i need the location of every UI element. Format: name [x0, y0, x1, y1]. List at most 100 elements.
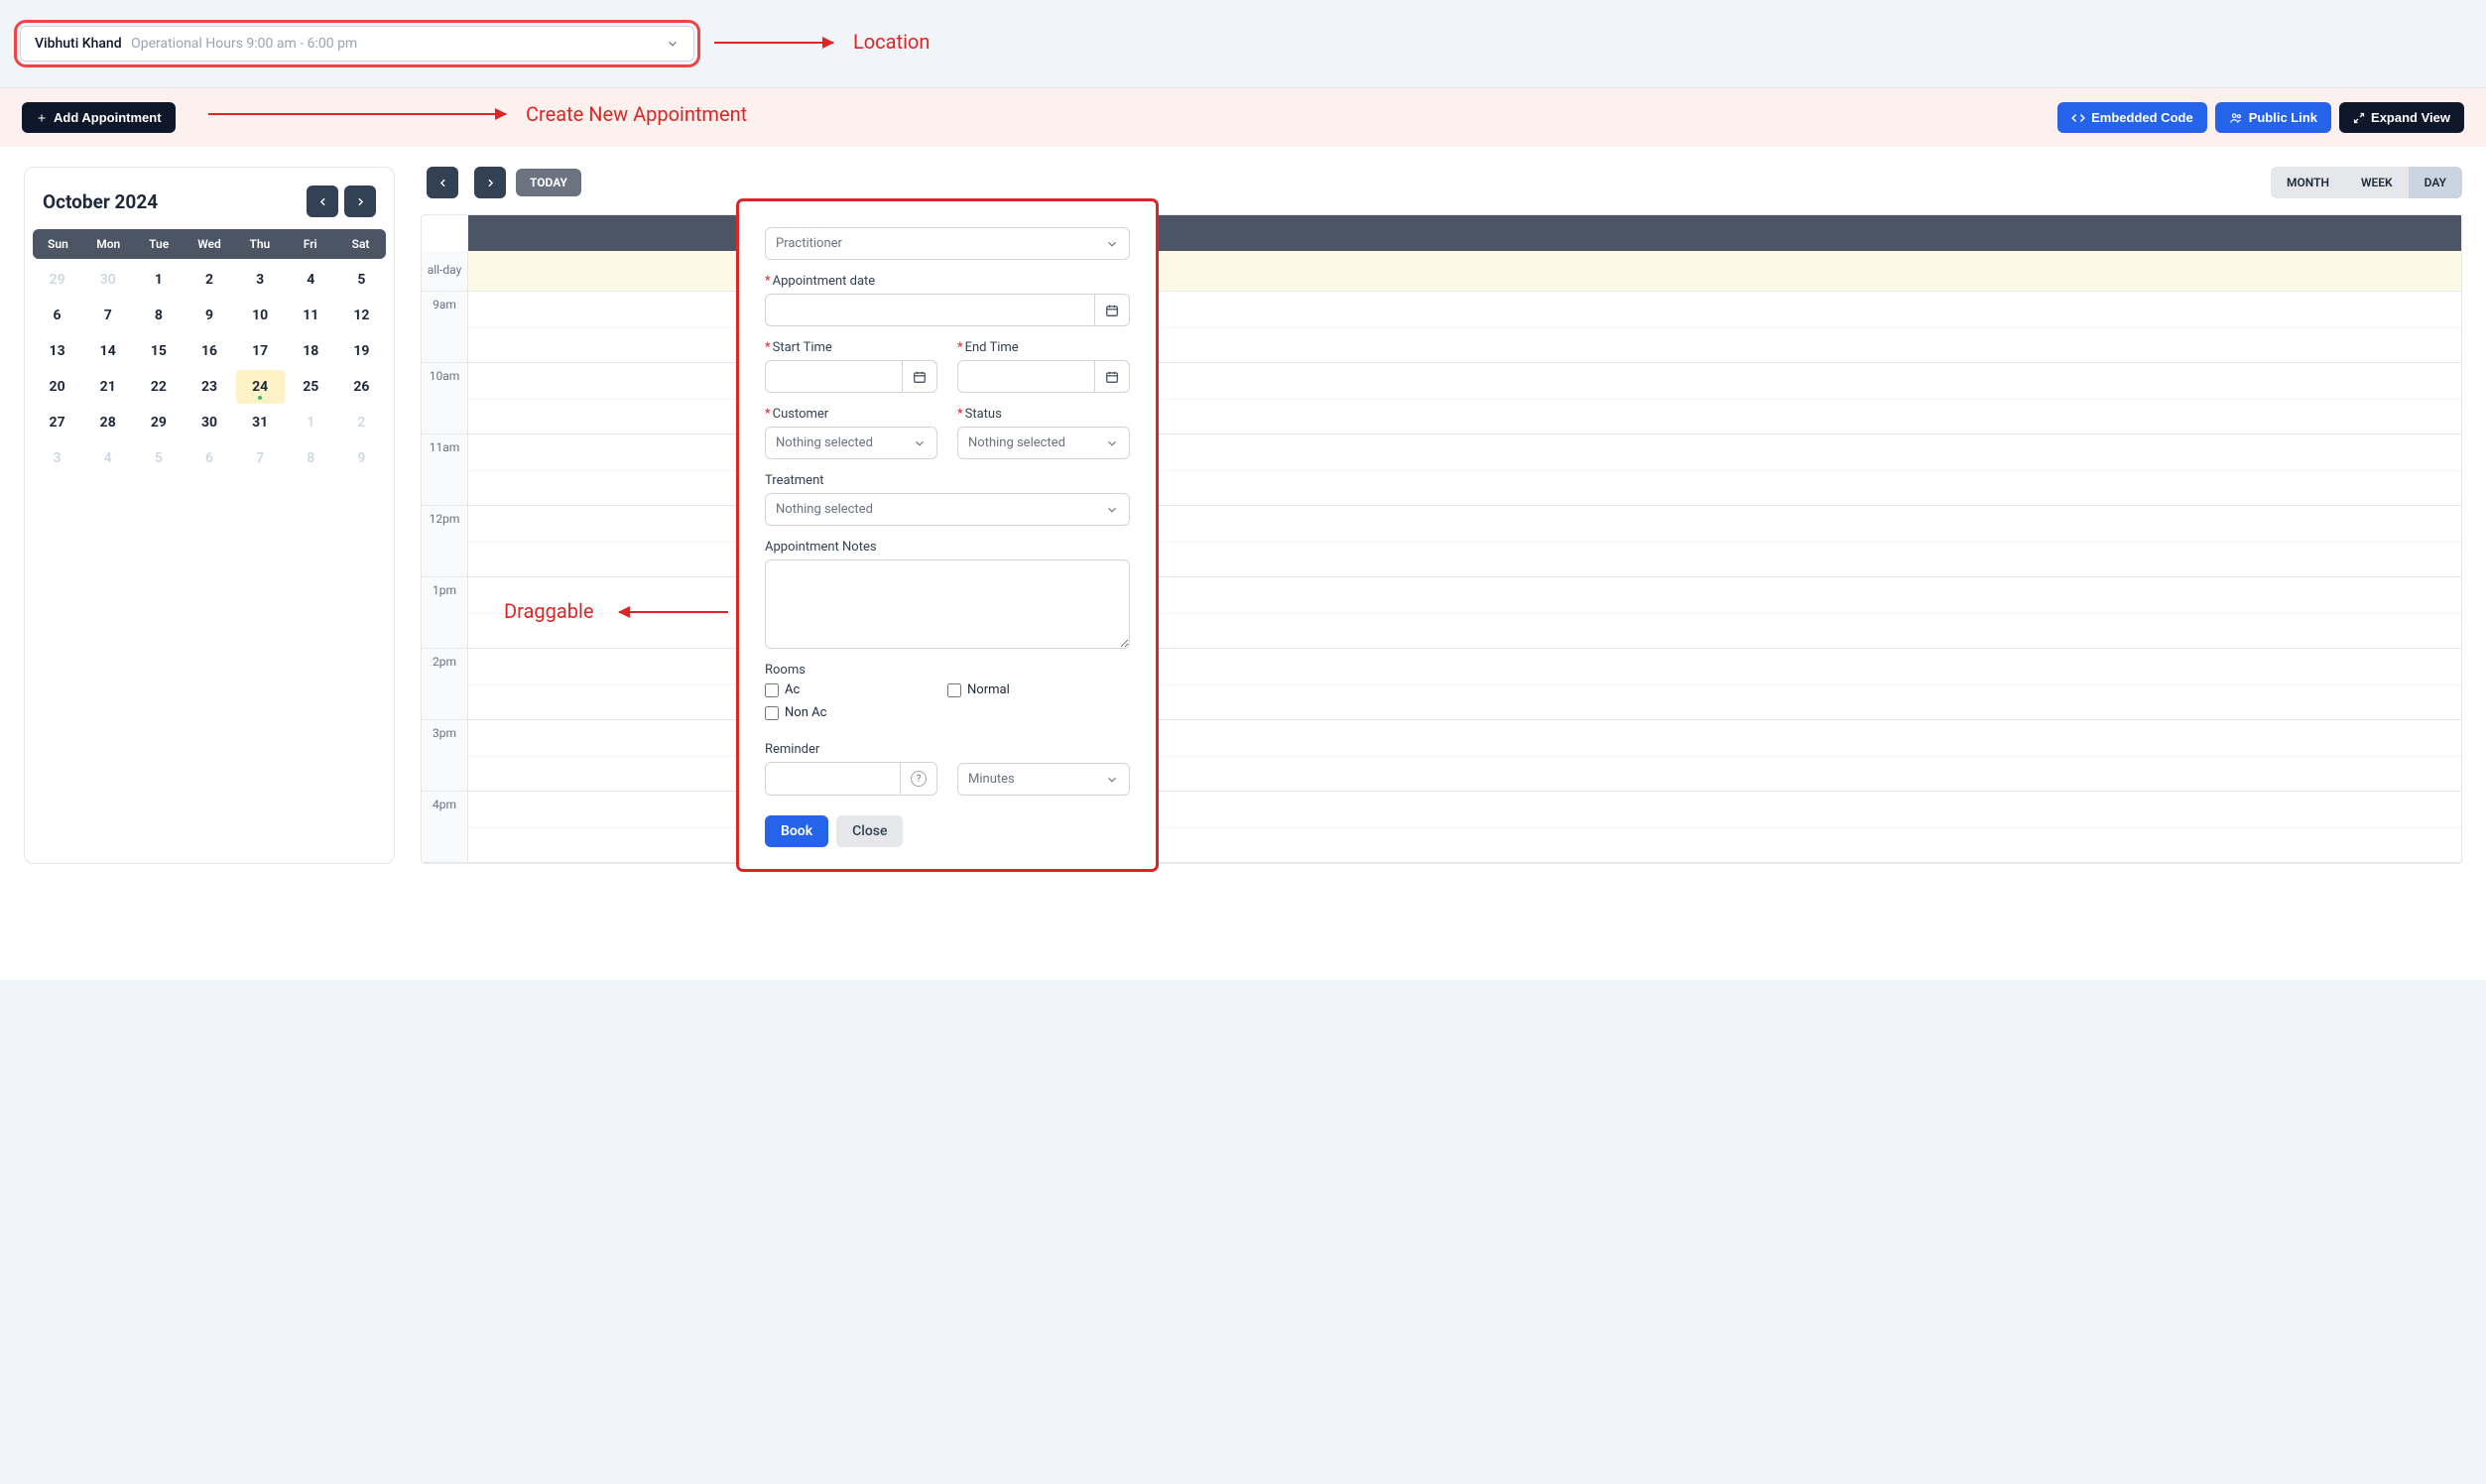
day-cell[interactable]: 3 [33, 441, 81, 475]
help-icon: ? [911, 771, 927, 787]
mini-calendar: October 2024 SunMonTueWedThuFriSat 29301… [24, 167, 395, 864]
time-row[interactable]: 10am [422, 363, 2461, 434]
day-cell[interactable]: 19 [337, 334, 386, 368]
day-cell[interactable]: 13 [33, 334, 81, 368]
time-row[interactable]: 12pm [422, 506, 2461, 577]
day-cell[interactable]: 22 [134, 370, 183, 404]
embedded-code-button[interactable]: Embedded Code [2057, 102, 2207, 133]
allday-row[interactable]: all-day [422, 251, 2461, 292]
room-non-ac-checkbox[interactable]: Non Ac [765, 705, 947, 720]
allday-label: all-day [422, 251, 468, 291]
day-cell[interactable]: 4 [83, 441, 132, 475]
day-cell[interactable]: 30 [83, 263, 132, 297]
reminder-unit-select[interactable]: Minutes [957, 763, 1130, 796]
day-cell[interactable]: 17 [236, 334, 285, 368]
day-cell[interactable]: 29 [134, 406, 183, 439]
public-link-button[interactable]: Public Link [2215, 102, 2331, 133]
day-cell[interactable]: 26 [337, 370, 386, 404]
day-cell[interactable]: 1 [134, 263, 183, 297]
day-cell[interactable]: 20 [33, 370, 81, 404]
time-label: 1pm [422, 577, 468, 648]
book-button[interactable]: Book [765, 815, 828, 847]
treatment-select[interactable]: Nothing selected [765, 493, 1130, 526]
status-select[interactable]: Nothing selected [957, 427, 1130, 459]
day-cell[interactable]: 2 [185, 263, 233, 297]
chevron-down-icon [1105, 773, 1119, 787]
reminder-input[interactable] [765, 762, 901, 796]
appointment-popover[interactable]: Practitioner *Appointment date [739, 201, 1156, 869]
view-day[interactable]: DAY [2409, 167, 2462, 198]
time-row[interactable]: 2pm [422, 649, 2461, 720]
sched-prev-button[interactable] [427, 167, 458, 198]
day-cell[interactable]: 31 [236, 406, 285, 439]
day-cell[interactable]: 1 [287, 406, 335, 439]
room-normal-checkbox[interactable]: Normal [947, 682, 1130, 697]
day-cell[interactable]: 25 [287, 370, 335, 404]
day-cell[interactable]: 7 [236, 441, 285, 475]
reminder-label: Reminder [765, 742, 937, 757]
time-row[interactable]: 9am [422, 292, 2461, 363]
day-cell[interactable]: 6 [33, 299, 81, 332]
day-cell[interactable]: 7 [83, 299, 132, 332]
end-time-picker-button[interactable] [1095, 360, 1130, 393]
notes-textarea[interactable] [765, 559, 1130, 649]
plus-icon [36, 112, 48, 124]
day-cell[interactable]: 5 [337, 263, 386, 297]
day-cell[interactable]: 10 [236, 299, 285, 332]
day-cell[interactable]: 24 [236, 370, 285, 404]
add-appointment-button[interactable]: Add Appointment [22, 102, 176, 133]
end-time-input[interactable] [957, 360, 1095, 393]
mini-cal-next-button[interactable] [344, 186, 376, 217]
customer-label: *Customer [765, 407, 937, 422]
practitioner-select[interactable]: Practitioner [765, 227, 1130, 260]
day-cell[interactable]: 5 [134, 441, 183, 475]
day-cell[interactable]: 3 [236, 263, 285, 297]
day-cell[interactable]: 9 [185, 299, 233, 332]
day-cell[interactable]: 18 [287, 334, 335, 368]
start-time-input[interactable] [765, 360, 903, 393]
time-row[interactable]: 11am [422, 434, 2461, 506]
treatment-label: Treatment [765, 473, 1130, 488]
day-cell[interactable]: 8 [287, 441, 335, 475]
day-cell[interactable]: 11 [287, 299, 335, 332]
start-time-picker-button[interactable] [903, 360, 937, 393]
time-label: 11am [422, 434, 468, 505]
dow-label: Tue [134, 229, 185, 259]
chevron-down-icon [913, 436, 927, 450]
day-cell[interactable]: 14 [83, 334, 132, 368]
day-cell[interactable]: 4 [287, 263, 335, 297]
day-cell[interactable]: 6 [185, 441, 233, 475]
day-cell[interactable]: 21 [83, 370, 132, 404]
sched-next-button[interactable] [474, 167, 506, 198]
day-cell[interactable]: 2 [337, 406, 386, 439]
time-row[interactable]: 3pm [422, 720, 2461, 792]
mini-cal-prev-button[interactable] [307, 186, 338, 217]
customer-select[interactable]: Nothing selected [765, 427, 937, 459]
day-cell[interactable]: 16 [185, 334, 233, 368]
time-row[interactable]: 1pm [422, 577, 2461, 649]
day-cell[interactable]: 23 [185, 370, 233, 404]
time-row[interactable]: 4pm [422, 792, 2461, 863]
day-cell[interactable]: 9 [337, 441, 386, 475]
view-month[interactable]: MONTH [2271, 167, 2345, 198]
chevron-down-icon [666, 37, 680, 51]
day-cell[interactable]: 27 [33, 406, 81, 439]
dow-label: Fri [285, 229, 335, 259]
appointment-date-input[interactable] [765, 294, 1095, 326]
day-cell[interactable]: 12 [337, 299, 386, 332]
day-cell[interactable]: 29 [33, 263, 81, 297]
view-week[interactable]: WEEK [2345, 167, 2409, 198]
date-picker-button[interactable] [1095, 294, 1130, 326]
schedule-grid[interactable]: all-day 9am10am11am12pm1pm2pm3pm4pm Prac… [421, 214, 2462, 864]
location-select[interactable]: Vibhuti Khand Operational Hours 9:00 am … [20, 26, 694, 62]
day-cell[interactable]: 8 [134, 299, 183, 332]
chevron-down-icon [1105, 503, 1119, 517]
room-ac-checkbox[interactable]: Ac [765, 682, 947, 697]
day-cell[interactable]: 30 [185, 406, 233, 439]
expand-view-button[interactable]: Expand View [2339, 102, 2464, 133]
day-cell[interactable]: 28 [83, 406, 132, 439]
close-button[interactable]: Close [836, 815, 903, 847]
reminder-help-button[interactable]: ? [901, 762, 937, 796]
day-cell[interactable]: 15 [134, 334, 183, 368]
today-button[interactable]: TODAY [516, 169, 581, 196]
